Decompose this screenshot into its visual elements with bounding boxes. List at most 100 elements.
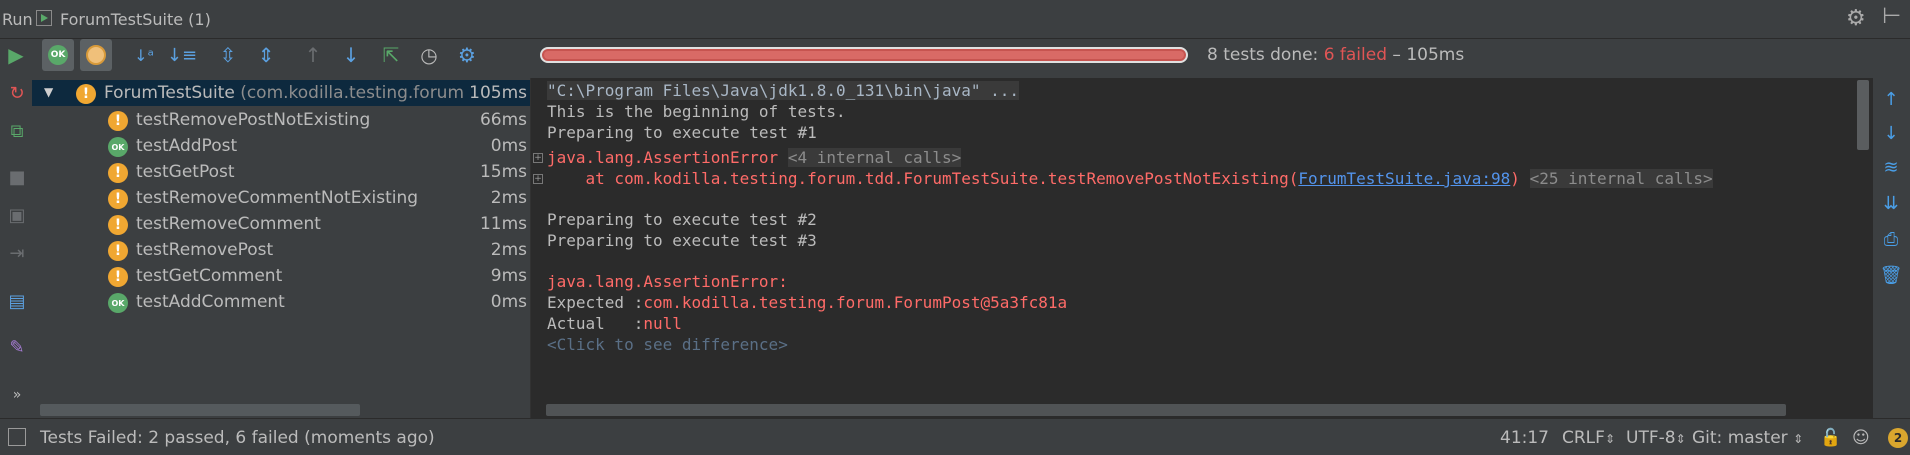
actual-value: null	[643, 314, 682, 333]
summary-failed-count: 6 failed	[1323, 45, 1388, 65]
source-link[interactable]: ForumTestSuite.java:98	[1298, 169, 1510, 188]
toggle-autotest-icon[interactable]: ⧉	[4, 118, 30, 144]
run-config-icon	[36, 10, 52, 26]
suite-time: 105ms	[465, 83, 527, 103]
diff-link-line: <Click to see difference>	[547, 334, 788, 356]
test-row[interactable]: OK testAddPost 0ms	[32, 133, 530, 159]
tree-horizontal-scrollbar[interactable]	[40, 404, 360, 416]
down-stack-icon[interactable]: ↓	[1878, 120, 1904, 146]
console-horizontal-scrollbar[interactable]	[546, 404, 1786, 416]
fold-toggle-icon[interactable]: +	[533, 174, 543, 184]
history-icon[interactable]: ◷	[413, 38, 445, 72]
scroll-to-end-icon[interactable]: ⇊	[1878, 190, 1904, 216]
passed-icon: OK	[108, 137, 128, 157]
error-class: java.lang.AssertionError	[547, 148, 779, 167]
expected-value: com.kodilla.testing.forum.ForumPost@5a3f…	[643, 293, 1068, 312]
line-separator[interactable]: CRLF⇕	[1562, 428, 1615, 448]
prev-failed-icon[interactable]: ↑	[297, 38, 329, 72]
print-icon[interactable]: ⎙	[1878, 226, 1904, 252]
file-encoding[interactable]: UTF-8⇕	[1626, 428, 1686, 448]
test-row[interactable]: ! testRemovePost 2ms	[32, 237, 530, 263]
test-time: 11ms	[479, 214, 527, 234]
test-progress-bar	[540, 47, 1188, 63]
test-row[interactable]: ! testGetPost 15ms	[32, 159, 530, 185]
inspector-icon[interactable]: ☺	[1852, 428, 1870, 448]
test-time: 0ms	[490, 292, 527, 312]
git-branch[interactable]: Git: master ⇕	[1692, 428, 1803, 448]
show-ignored-icon[interactable]	[80, 39, 112, 71]
collapse-arrow-icon[interactable]: ▼	[44, 85, 53, 99]
test-name: testGetPost	[136, 162, 235, 182]
test-row[interactable]: OK testAddComment 0ms	[32, 289, 530, 315]
notifications-badge[interactable]: 2	[1888, 428, 1908, 448]
show-passed-icon[interactable]: OK	[42, 39, 74, 71]
test-row[interactable]: ! testGetComment 9ms	[32, 263, 530, 289]
chevron-updown-icon: ⇕	[1675, 432, 1686, 446]
failed-icon: !	[108, 215, 128, 235]
gear-icon[interactable]: ⚙	[1846, 6, 1866, 31]
test-name: testRemoveCommentNotExisting	[136, 188, 419, 208]
test-time: 0ms	[490, 136, 527, 156]
rerun-failed-icon[interactable]: ↻	[4, 80, 30, 106]
status-message[interactable]: Tests Failed: 2 passed, 6 failed (moment…	[40, 428, 435, 448]
export-icon[interactable]: ⇱	[375, 38, 407, 72]
internal-calls-fold[interactable]: <4 internal calls>	[787, 148, 962, 167]
fold-toggle-icon[interactable]: +	[533, 153, 543, 163]
sort-duration-icon[interactable]: ↓≡	[166, 38, 198, 72]
console-line: Preparing to execute test #2	[547, 210, 817, 229]
expected-label: Expected :	[547, 293, 644, 312]
test-name: testAddComment	[136, 292, 285, 312]
test-row[interactable]: ! testRemovePostNotExisting 66ms	[32, 107, 530, 133]
collapse-all-icon[interactable]: ⇕	[250, 38, 282, 72]
console-command-line: "C:\Program Files\Java\jdk1.8.0_131\bin\…	[547, 80, 1020, 102]
failed-icon: !	[108, 111, 128, 131]
run-tab-title[interactable]: ForumTestSuite (1)	[60, 10, 211, 29]
suite-name: ForumTestSuite (com.kodilla.testing.foru…	[104, 83, 498, 103]
chevron-updown-icon: ⇕	[1793, 432, 1804, 446]
clear-all-icon[interactable]: 🗑	[1878, 262, 1904, 288]
right-action-strip: ↑ ↓ ≋ ⇊ ⎙ 🗑	[1872, 78, 1910, 418]
rerun-icon[interactable]: ▶	[0, 38, 32, 72]
stack-frame: at com.kodilla.testing.forum.tdd.ForumTe…	[547, 169, 1299, 188]
actual-label: Actual :	[547, 314, 644, 333]
dump-threads-icon[interactable]: ▣	[4, 202, 30, 228]
tree-root-row[interactable]: ▼ ! ForumTestSuite (com.kodilla.testing.…	[32, 80, 530, 106]
test-name: testRemovePost	[136, 240, 274, 260]
up-stack-icon[interactable]: ↑	[1878, 86, 1904, 112]
test-time: 2ms	[490, 240, 527, 260]
lock-icon[interactable]: 🔓	[1820, 428, 1841, 448]
layout-icon[interactable]: ▤	[4, 288, 30, 314]
left-action-strip: ↻ ⧉ ■ ▣ ⇥ ▤ ✎ »	[0, 78, 32, 418]
more-icon[interactable]: »	[4, 382, 30, 408]
ok-badge: OK	[48, 45, 68, 65]
test-time: 66ms	[479, 110, 527, 130]
git-branch-value: Git: master	[1692, 428, 1788, 448]
console-line: Preparing to execute test #3	[547, 231, 817, 250]
failed-icon: !	[108, 267, 128, 287]
hide-window-icon[interactable]: ⊢	[1882, 4, 1901, 29]
caret-position[interactable]: 41:17	[1500, 428, 1549, 448]
stop-icon[interactable]: ■	[4, 164, 30, 190]
soft-wrap-icon[interactable]: ≋	[1878, 154, 1904, 180]
expected-line: Expected :com.kodilla.testing.forum.Foru…	[547, 292, 1067, 314]
sort-alpha-icon[interactable]: ↓ᵃ	[128, 38, 160, 72]
console-output[interactable]: "C:\Program Files\Java\jdk1.8.0_131\bin\…	[530, 78, 1873, 418]
line-separator-value: CRLF	[1562, 428, 1605, 448]
java-command[interactable]: "C:\Program Files\Java\jdk1.8.0_131\bin\…	[547, 81, 1020, 100]
test-time: 2ms	[490, 188, 527, 208]
pin-icon[interactable]: ✎	[4, 334, 30, 360]
test-name: testAddPost	[136, 136, 238, 156]
exit-icon[interactable]: ⇥	[4, 240, 30, 266]
test-row[interactable]: ! testRemoveCommentNotExisting 2ms	[32, 185, 530, 211]
see-difference-link[interactable]: <Click to see difference>	[547, 335, 788, 354]
actual-line: Actual :null	[547, 313, 682, 335]
expand-all-icon[interactable]: ⇳	[212, 38, 244, 72]
console-vertical-scrollbar[interactable]	[1857, 80, 1869, 150]
next-failed-icon[interactable]: ↓	[335, 38, 367, 72]
internal-calls-fold[interactable]: <25 internal calls>	[1529, 169, 1713, 188]
settings-icon[interactable]: ⚙	[451, 38, 483, 72]
tests-summary: 8 tests done: 6 failed – 105ms	[1207, 45, 1464, 65]
tool-windows-icon[interactable]	[8, 428, 26, 446]
status-bar: Tests Failed: 2 passed, 6 failed (moment…	[0, 418, 1910, 455]
test-row[interactable]: ! testRemoveComment 11ms	[32, 211, 530, 237]
